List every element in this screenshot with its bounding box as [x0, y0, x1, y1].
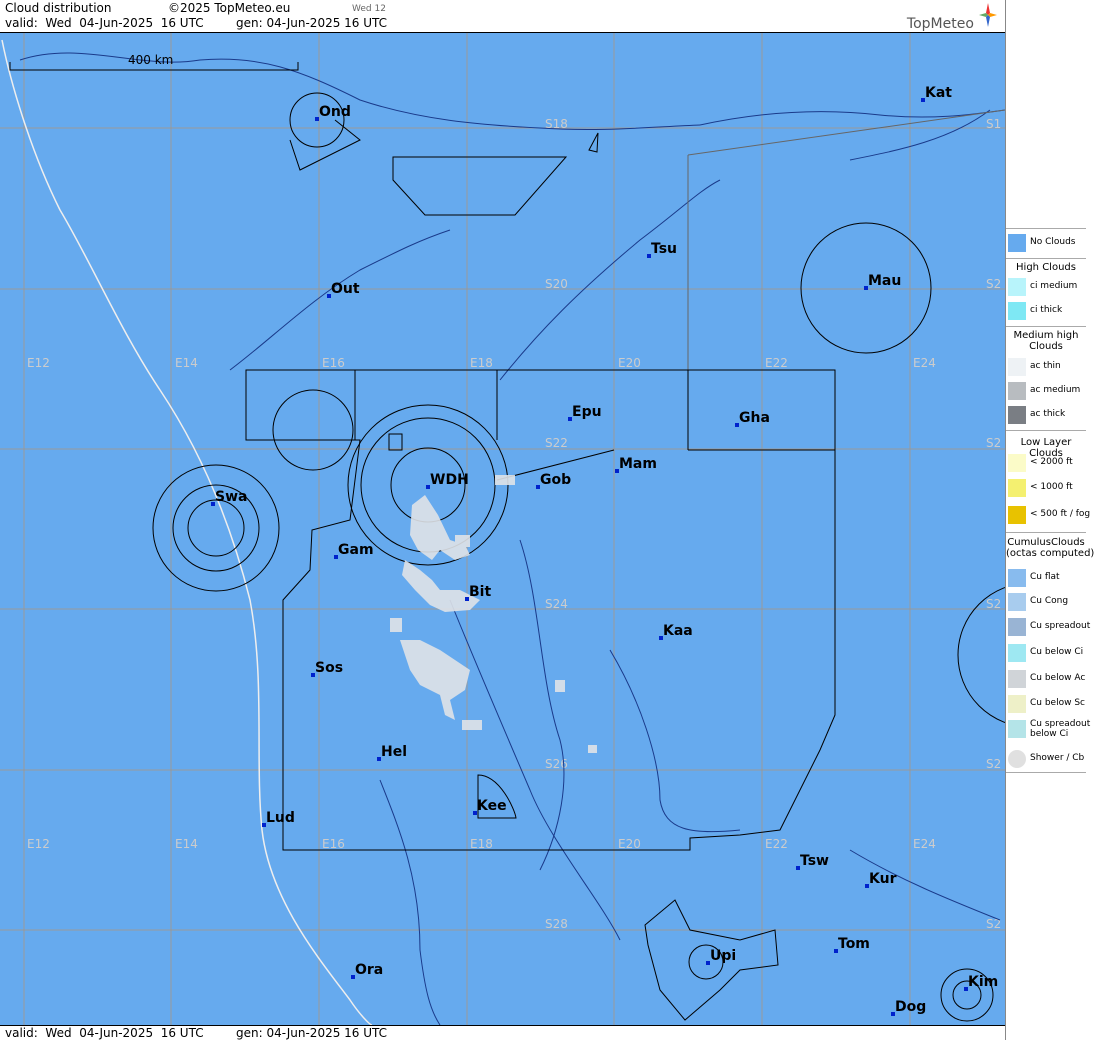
lon-label-e12: E12	[27, 356, 50, 370]
place-label-kim: Kim	[968, 974, 998, 990]
legend-low-500: < 500 ft / fog	[1006, 504, 1090, 526]
legend-high-title: High Clouds	[1016, 262, 1076, 273]
legend-cu-below-sc: Cu below Sc	[1006, 693, 1086, 715]
legend-ci-thick: ci thick	[1006, 300, 1086, 322]
legend-cu-spreadout-below-ci: Cu spreadout below Ci	[1006, 718, 1090, 740]
lon-label-e22: E22	[765, 356, 788, 370]
lat-label-s18-edge: S1	[986, 117, 1001, 131]
place-label-gam: Gam	[338, 542, 374, 558]
map-svg: E12 E14 E16 E18 E20 E22 E24 E12 E14 E16 E18 E20 E22…	[0, 33, 1005, 1025]
place-label-tsu: Tsu	[651, 241, 677, 257]
place-label-tom: Tom	[838, 936, 870, 952]
valid-time: valid: Wed 04-Jun-2025 16 UTC	[5, 16, 204, 30]
legend-cu-flat: Cu flat	[1006, 567, 1086, 589]
legend-cu-below-ci: Cu below Ci	[1006, 642, 1086, 664]
lon-label-e24-lower: E24	[913, 837, 936, 851]
topmeteo-logo: TopMeteo	[907, 3, 997, 32]
lon-label-e20-lower: E20	[618, 837, 641, 851]
legend-low-1000: < 1000 ft	[1006, 477, 1086, 499]
footer-gen: gen: 04-Jun-2025 16 UTC	[236, 1026, 388, 1040]
place-label-kee: Kee	[477, 798, 507, 814]
legend-ac-thin: ac thin	[1006, 356, 1086, 378]
legend-ci-medium: ci medium	[1006, 276, 1086, 298]
place-label-ond: Ond	[319, 104, 351, 120]
place-label-ora: Ora	[355, 962, 383, 978]
place-label-kaa: Kaa	[663, 623, 693, 639]
legend-medium-title: Medium high Clouds	[1013, 330, 1079, 352]
lat-label-s24-edge: S2	[986, 597, 1001, 611]
lon-label-e16: E16	[322, 356, 345, 370]
tab-label[interactable]: Wed 12	[352, 4, 386, 14]
legend-ac-thick: ac thick	[1006, 404, 1086, 426]
place-label-bit: Bit	[469, 584, 491, 600]
lon-label-e12-lower: E12	[27, 837, 50, 851]
scale-label: 400 km	[128, 53, 173, 67]
legend-cu-cong: Cu Cong	[1006, 591, 1086, 613]
copyright: ©2025 TopMeteo.eu	[168, 1, 291, 15]
lon-label-e24: E24	[913, 356, 936, 370]
gen-time: gen: 04-Jun-2025 16 UTC	[236, 16, 388, 30]
lon-label-e14: E14	[175, 356, 198, 370]
place-label-kat: Kat	[925, 85, 952, 101]
lon-label-e22-lower: E22	[765, 837, 788, 851]
footer-bar: valid: Wed 04-Jun-2025 16 UTC gen: 04-Ju…	[0, 1025, 1005, 1041]
legend-cu-title: CumulusClouds (octas computed)	[1006, 537, 1095, 559]
lon-label-e20: E20	[618, 356, 641, 370]
lat-label-s22: S22	[545, 436, 568, 450]
cloud-map[interactable]: E12 E14 E16 E18 E20 E22 E24 E12 E14 E16 E18 E20 E22…	[0, 33, 1005, 1025]
lat-label-s26: S26	[545, 757, 568, 771]
place-label-kur: Kur	[869, 871, 897, 887]
lat-label-s20: S20	[545, 277, 568, 291]
place-label-mau: Mau	[868, 273, 901, 289]
compass-icon	[979, 3, 997, 27]
place-label-hel: Hel	[381, 744, 407, 760]
lat-label-s22-edge: S2	[986, 436, 1001, 450]
place-label-epu: Epu	[572, 404, 602, 420]
lat-label-s26-edge: S2	[986, 757, 1001, 771]
place-label-out: Out	[331, 281, 360, 297]
lon-label-e16-lower: E16	[322, 837, 345, 851]
place-label-sos: Sos	[315, 660, 343, 676]
legend-no-clouds: No Clouds	[1006, 232, 1086, 254]
legend-cu-below-ac: Cu below Ac	[1006, 668, 1086, 690]
legend-low-2000: < 2000 ft	[1006, 452, 1086, 474]
place-label-gob: Gob	[540, 472, 571, 488]
legend-shower: Shower / Cb	[1006, 748, 1086, 770]
lat-label-s24: S24	[545, 597, 568, 611]
footer-valid: valid: Wed 04-Jun-2025 16 UTC	[5, 1026, 204, 1040]
legend-ac-medium: ac medium	[1006, 380, 1086, 402]
lon-label-e14-lower: E14	[175, 837, 198, 851]
lat-label-s28: S28	[545, 917, 568, 931]
place-label-upi: Upi	[710, 948, 736, 964]
place-label-gha: Gha	[739, 410, 770, 426]
header-bar: Cloud distribution ©2025 TopMeteo.eu Wed…	[0, 0, 1005, 33]
lon-label-e18-lower: E18	[470, 837, 493, 851]
place-label-mam: Mam	[619, 456, 657, 472]
legend-cu-spreadout: Cu spreadout	[1006, 616, 1090, 638]
lat-label-s20-edge: S2	[986, 277, 1001, 291]
place-label-dog: Dog	[895, 999, 926, 1015]
place-label-lud: Lud	[266, 810, 295, 826]
place-label-swa: Swa	[215, 489, 247, 505]
map-title: Cloud distribution	[5, 1, 112, 15]
place-label-wdh: WDH	[430, 472, 469, 488]
lon-label-e18: E18	[470, 356, 493, 370]
place-label-tsw: Tsw	[800, 853, 829, 869]
legend-panel: No Clouds High Clouds ci medium ci thick…	[1005, 0, 1097, 1040]
